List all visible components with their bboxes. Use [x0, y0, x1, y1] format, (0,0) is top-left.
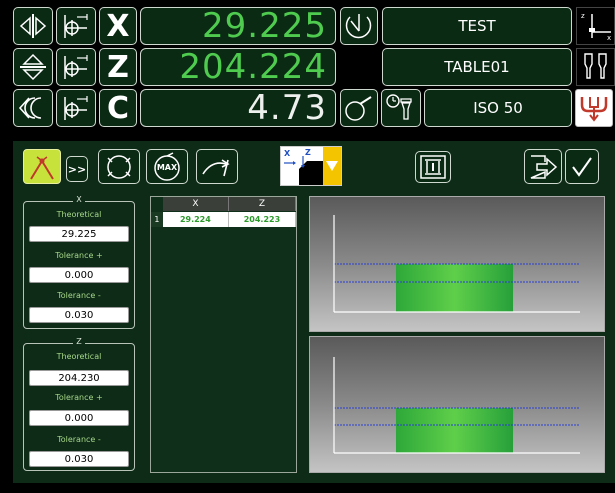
measurement-table: X Z 1 29.224 204.223 — [150, 196, 297, 473]
tolerance-plus-label: Tolerance + — [55, 393, 103, 402]
axis-label-x: X — [99, 7, 137, 45]
table-name-field[interactable]: TABLE01 — [382, 48, 572, 86]
row-z-value: 204.223 — [228, 212, 296, 227]
measure-mode-button[interactable] — [23, 149, 61, 184]
c-value-display: 4.73 — [140, 88, 336, 128]
x-profile-plot — [333, 215, 580, 313]
mirror-vertical-icon — [20, 53, 46, 81]
profile-dropdown-toggle[interactable] — [323, 147, 341, 185]
z-measured-bar — [396, 408, 513, 453]
z-theoretical-input[interactable]: 204.230 — [29, 370, 129, 386]
program-name-field[interactable]: TEST — [382, 7, 572, 45]
theoretical-label: Theoretical — [56, 210, 102, 219]
tool-clock-icon — [386, 94, 412, 120]
z-tolerance-group: Z Theoretical 204.230 Tolerance + 0.000 … — [23, 337, 135, 471]
max-button[interactable]: MAX — [146, 149, 188, 184]
approach-button[interactable] — [196, 149, 238, 184]
tolerance-minus-label: Tolerance - — [57, 435, 101, 444]
max-label: MAX — [156, 163, 178, 172]
axis-label-c: C — [99, 89, 137, 127]
measure-target-icon — [30, 155, 54, 180]
x-tolerance-group: X Theoretical 29.225 Tolerance + 0.000 T… — [23, 195, 135, 329]
spindle-cup-icon — [580, 97, 608, 122]
x-value-display: 29.225 — [140, 6, 336, 46]
spindle-button[interactable] — [575, 89, 613, 127]
more-label: >> — [67, 162, 87, 176]
svg-text:z: z — [581, 12, 585, 20]
x-datum-button[interactable] — [56, 7, 96, 45]
table-row[interactable]: 1 29.224 204.223 — [151, 212, 296, 227]
tool-change-button[interactable] — [381, 89, 421, 127]
confirm-button[interactable] — [565, 149, 599, 184]
datum-target-icon — [64, 14, 88, 38]
width-bracket-icon — [420, 155, 446, 179]
tool-holders-icon — [576, 48, 615, 86]
z-datum-button[interactable] — [56, 48, 96, 86]
x-tolerance-plus-input[interactable]: 0.000 — [29, 267, 129, 283]
more-options-button[interactable]: >> — [66, 156, 88, 182]
row-index: 1 — [151, 212, 163, 227]
table-header: X Z — [163, 197, 296, 211]
x-theoretical-input[interactable]: 29.225 — [29, 226, 129, 242]
z-value-display: 204.224 — [140, 47, 336, 87]
cycle-rotate-icon — [107, 154, 131, 179]
angle-gauge-icon — [345, 14, 372, 39]
datum-target-icon — [64, 55, 88, 79]
profile-axis-arrows-icon — [284, 156, 305, 168]
theoretical-label: Theoretical — [56, 352, 102, 361]
z-tolerance-minus-input[interactable]: 0.030 — [29, 451, 129, 467]
x-measured-bar — [396, 264, 513, 312]
profile-select[interactable]: X Z — [280, 146, 342, 186]
axis-label-z: Z — [99, 48, 137, 86]
column-header-x[interactable]: X — [163, 197, 229, 211]
tool-holder-field[interactable]: ISO 50 — [424, 89, 572, 127]
mirror-z-button[interactable] — [13, 48, 53, 86]
probe-icon — [345, 96, 372, 121]
datum-target-icon — [64, 96, 88, 120]
cycle-button[interactable] — [98, 149, 140, 184]
z-tolerance-plus-input[interactable]: 0.000 — [29, 410, 129, 426]
angle-left-icon — [18, 97, 42, 119]
export-button[interactable] — [524, 149, 562, 184]
probe-button[interactable] — [340, 89, 378, 127]
mirror-x-button[interactable] — [13, 7, 53, 45]
tolerance-plus-label: Tolerance + — [55, 251, 103, 260]
export-arrow-icon — [530, 154, 558, 179]
c-datum-button[interactable] — [56, 89, 96, 127]
column-header-z[interactable]: Z — [229, 197, 296, 211]
width-measure-button[interactable] — [415, 151, 451, 183]
x-tolerance-minus-input[interactable]: 0.030 — [29, 307, 129, 323]
z-profile-graph — [309, 336, 605, 473]
measure-angle-button[interactable] — [340, 7, 378, 45]
tolerance-minus-label: Tolerance - — [57, 291, 101, 300]
row-x-value: 29.224 — [162, 212, 229, 227]
chevron-down-icon — [326, 161, 338, 171]
rotate-c-button[interactable] — [13, 89, 53, 127]
group-title-x: X — [73, 195, 85, 204]
mirror-horizontal-icon — [19, 14, 47, 38]
x-profile-graph — [309, 196, 605, 332]
group-title-z: Z — [73, 337, 85, 346]
axis-orientation-icon: zx — [576, 7, 615, 45]
approach-path-icon — [202, 158, 230, 176]
svg-text:x: x — [607, 34, 611, 42]
z-profile-plot — [333, 357, 580, 454]
checkmark-icon — [572, 156, 592, 177]
